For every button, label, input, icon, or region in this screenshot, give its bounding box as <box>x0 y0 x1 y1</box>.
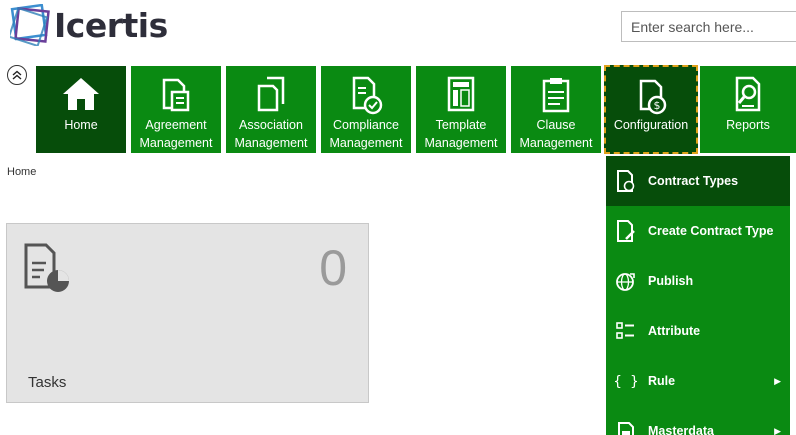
clipboard-icon <box>542 78 570 113</box>
tile-label: Agreement Management <box>139 118 213 150</box>
menu-item-label: Masterdata <box>648 424 714 435</box>
double-chevron-up-icon <box>12 70 22 80</box>
menu-item-label: Contract Types <box>648 174 739 188</box>
tile-label: Home <box>64 118 98 132</box>
submenu-arrow-icon: ▶ <box>774 425 781 435</box>
svg-text:$: $ <box>654 99 661 112</box>
tile-label: Compliance Management <box>329 118 403 150</box>
tile-template-management[interactable]: Template Management <box>416 66 506 153</box>
compliance-document-icon <box>352 76 383 115</box>
agreement-document-icon <box>162 78 190 112</box>
tile-label: Reports <box>726 118 770 132</box>
rule-braces-icon: { } <box>615 374 637 390</box>
tile-configuration[interactable]: $ Configuration <box>604 65 698 154</box>
menu-item-attribute[interactable]: Attribute <box>606 306 790 356</box>
tasks-card[interactable]: 0 Tasks <box>6 223 369 403</box>
tile-clause-management[interactable]: Clause Management <box>511 66 601 153</box>
menu-item-label: Rule <box>648 374 676 388</box>
breadcrumb: Home <box>7 166 36 178</box>
icertis-logo[interactable]: Icertis <box>7 3 168 48</box>
tasks-label: Tasks <box>28 374 67 391</box>
reports-icon <box>735 76 761 112</box>
menu-item-masterdata[interactable]: Masterdata ▶ <box>606 406 790 435</box>
tile-association-management[interactable]: Association Management <box>226 66 316 153</box>
tile-reports[interactable]: Reports <box>700 66 796 153</box>
publish-globe-icon <box>616 273 635 291</box>
tasks-report-icon <box>24 243 69 292</box>
configuration-menu: Contract Types Create Contract Type Publ… <box>606 156 790 435</box>
configuration-document-icon: $ <box>639 79 667 115</box>
tile-label: Association Management <box>234 118 308 150</box>
home-icon <box>63 78 99 110</box>
tile-compliance-management[interactable]: Compliance Management <box>321 66 411 153</box>
search-input[interactable] <box>621 11 796 42</box>
tile-label: Template Management <box>424 118 498 150</box>
template-icon <box>447 76 475 112</box>
icertis-logo-mark-icon <box>7 3 50 48</box>
tile-home[interactable]: Home <box>36 66 126 153</box>
masterdata-icon <box>618 422 634 435</box>
menu-item-label: Attribute <box>648 324 701 338</box>
svg-text:{ }: { } <box>615 374 637 390</box>
create-contract-type-icon <box>617 220 635 242</box>
menu-item-publish[interactable]: Publish <box>606 256 790 306</box>
tile-label: Configuration <box>613 118 689 132</box>
menu-item-create-contract-type[interactable]: Create Contract Type <box>606 206 790 256</box>
menu-item-label: Create Contract Type <box>648 224 774 238</box>
collapse-nav-button[interactable] <box>7 65 27 85</box>
association-documents-icon <box>257 76 285 112</box>
menu-item-rule[interactable]: { } Rule ▶ <box>606 356 790 406</box>
menu-item-contract-types[interactable]: Contract Types <box>606 156 790 206</box>
breadcrumb-home[interactable]: Home <box>7 166 36 178</box>
tasks-count: 0 <box>319 240 347 296</box>
menu-item-label: Publish <box>648 274 694 288</box>
tile-agreement-management[interactable]: Agreement Management <box>131 66 221 153</box>
submenu-arrow-icon: ▶ <box>774 375 781 386</box>
contract-types-icon <box>617 170 635 192</box>
tile-label: Clause Management <box>519 118 593 150</box>
brand-name: Icertis <box>54 6 168 45</box>
attribute-list-icon <box>616 322 634 339</box>
